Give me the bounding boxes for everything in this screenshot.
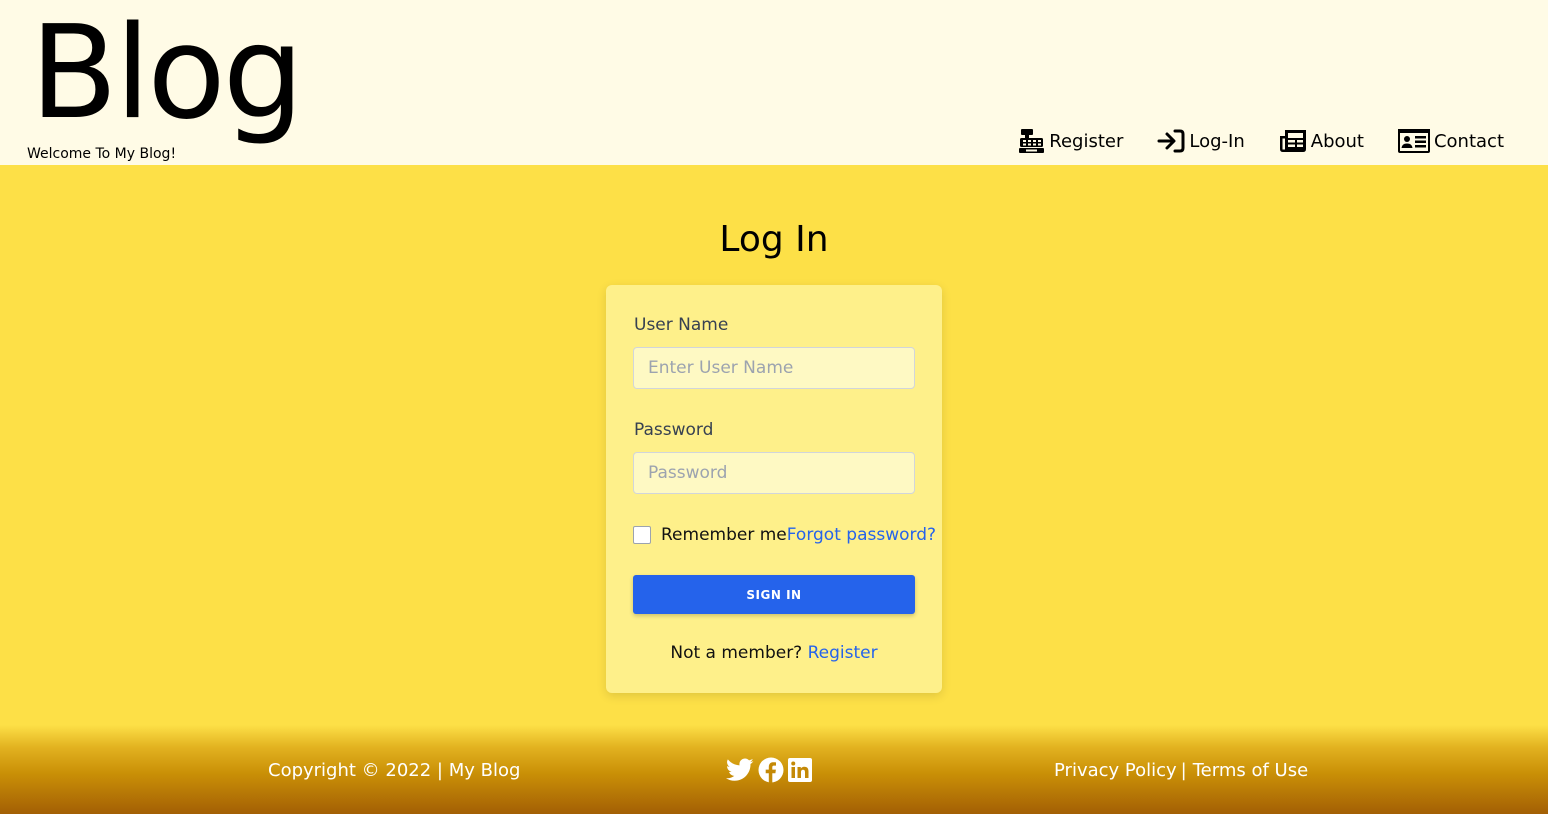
register-link[interactable]: Register — [808, 643, 878, 663]
nav-register-label: Register — [1049, 130, 1124, 152]
site-logo[interactable]: Blog — [30, 4, 304, 144]
sign-in-button[interactable]: SIGN IN — [633, 575, 915, 614]
remember-row: Remember me Forgot password? — [633, 525, 936, 545]
legal-links: Privacy Policy | Terms of Use — [1054, 760, 1308, 781]
forgot-password-link[interactable]: Forgot password? — [787, 525, 936, 545]
site-header: Blog Welcome To My Blog! Register Log-In… — [0, 0, 1548, 165]
address-card-icon — [1397, 129, 1430, 153]
password-label: Password — [634, 420, 714, 440]
nav-contact-label: Contact — [1433, 130, 1504, 152]
nav-login-label: Log-In — [1189, 130, 1245, 152]
nav-login[interactable]: Log-In — [1157, 129, 1245, 153]
username-input[interactable] — [633, 347, 915, 389]
main-content: Log In User Name Password Remember meFor… — [0, 165, 1548, 725]
nav-contact[interactable]: Contact — [1397, 129, 1504, 153]
remember-checkbox[interactable] — [633, 526, 651, 544]
nav-about[interactable]: About — [1279, 129, 1364, 153]
password-input[interactable] — [633, 452, 915, 494]
register-prompt: Not a member? Register — [606, 643, 942, 663]
linkedin-icon[interactable] — [788, 758, 812, 782]
copyright-text: Copyright © 2022 | My Blog — [268, 760, 521, 781]
twitter-icon[interactable] — [726, 758, 754, 782]
page-title: Log In — [719, 219, 829, 260]
username-label: User Name — [634, 315, 729, 335]
site-footer: Copyright © 2022 | My Blog Privacy Polic… — [0, 725, 1548, 814]
facebook-icon[interactable] — [758, 757, 784, 783]
nav-about-label: About — [1310, 130, 1364, 152]
social-links — [726, 757, 816, 783]
main-nav: Register Log-In About Contact — [984, 128, 1504, 154]
nav-register[interactable]: Register — [1018, 128, 1123, 154]
login-form: User Name Password Remember meForgot pas… — [606, 285, 942, 693]
remember-label[interactable]: Remember me — [661, 525, 787, 545]
legal-separator: | — [1180, 760, 1187, 781]
not-member-text: Not a member? — [670, 643, 803, 663]
privacy-policy-link[interactable]: Privacy Policy — [1054, 760, 1177, 781]
sign-in-icon — [1157, 129, 1185, 153]
cash-register-icon — [1019, 129, 1045, 153]
newspaper-icon — [1279, 130, 1306, 152]
site-tagline: Welcome To My Blog! — [27, 146, 177, 162]
terms-of-use-link[interactable]: Terms of Use — [1193, 760, 1308, 781]
